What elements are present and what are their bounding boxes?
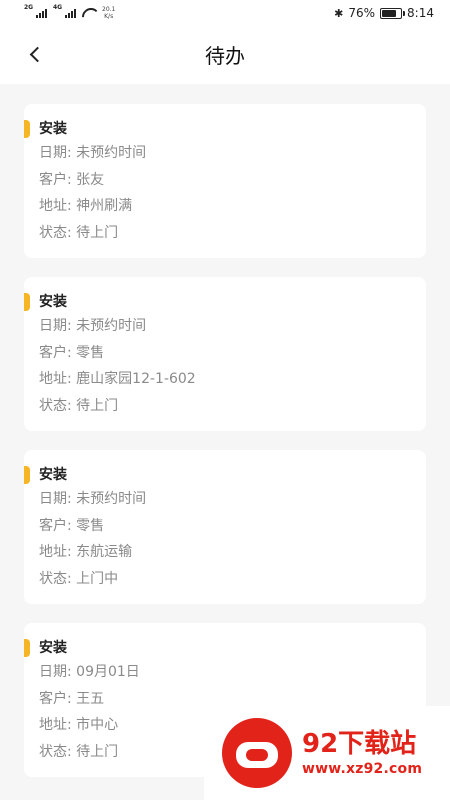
- customer-value: 王五: [76, 690, 105, 707]
- address-value: 神州刷满: [76, 198, 133, 214]
- speed-value: 20.1: [102, 6, 116, 13]
- clock: 8:14: [407, 6, 434, 20]
- task-list: 安装 日期: 未预约时间 客户: 张友 地址: 神州刷满 状态: 待上门 安装 …: [24, 104, 426, 796]
- task-type: 安装: [39, 467, 67, 483]
- address-label: 地址:: [39, 371, 72, 387]
- task-date: 日期: 09月01日: [39, 659, 426, 686]
- task-date: 日期: 未预约时间: [39, 140, 426, 167]
- status-bar: 2G 4G 20.1 K/s ✱ 76% 8:14: [0, 0, 450, 26]
- status-value: 上门中: [76, 570, 119, 587]
- network-speed: 20.1 K/s: [102, 6, 115, 20]
- date-label: 日期:: [39, 491, 72, 507]
- task-customer: 客户: 张友: [39, 167, 426, 194]
- status-value: 待上门: [76, 224, 119, 241]
- customer-label: 客户:: [39, 344, 72, 361]
- watermark-text: 92下载站 www.xz92.com: [302, 728, 422, 778]
- task-date: 日期: 未预约时间: [39, 486, 426, 513]
- task-card[interactable]: 安装 日期: 未预约时间 客户: 零售 地址: 东航运输 状态: 上门中: [24, 450, 426, 604]
- address-value: 东航运输: [76, 544, 133, 560]
- status-label: 状态:: [39, 397, 72, 414]
- page-title: 待办: [205, 44, 245, 68]
- watermark-name: 92下载站: [302, 729, 417, 759]
- status-label: 状态:: [39, 224, 72, 241]
- task-date: 日期: 未预约时间: [39, 313, 426, 340]
- watermark-url: www.xz92.com: [302, 761, 423, 777]
- task-type: 安装: [39, 121, 67, 137]
- status-left: 2G 4G 20.1 K/s: [24, 4, 115, 20]
- date-value: 未预约时间: [76, 145, 147, 161]
- task-address: 地址: 鹿山家园12-1-602: [39, 366, 426, 393]
- task-customer: 客户: 零售: [39, 513, 426, 540]
- status-value: 待上门: [76, 743, 119, 760]
- status-value: 待上门: [76, 397, 119, 414]
- status-right: ✱ 76% 8:14: [334, 6, 434, 20]
- customer-label: 客户:: [39, 171, 72, 188]
- header: 待办: [0, 26, 450, 84]
- date-label: 日期:: [39, 145, 72, 161]
- task-address: 地址: 东航运输: [39, 539, 426, 566]
- task-status: 状态: 待上门: [39, 393, 426, 420]
- network-type-2: 4G: [53, 4, 63, 11]
- accent-bar: [24, 639, 30, 657]
- customer-value: 零售: [76, 344, 105, 361]
- task-type: 安装: [39, 640, 67, 656]
- task-status: 状态: 上门中: [39, 566, 426, 593]
- status-label: 状态:: [39, 743, 72, 760]
- date-value: 未预约时间: [76, 318, 147, 334]
- date-label: 日期:: [39, 318, 72, 334]
- accent-bar: [24, 293, 30, 311]
- customer-label: 客户:: [39, 690, 72, 707]
- network-type-1: 2G: [24, 4, 34, 11]
- address-label: 地址:: [39, 544, 72, 560]
- status-label: 状态:: [39, 570, 72, 587]
- battery-fill: [382, 9, 396, 17]
- task-card[interactable]: 安装 日期: 未预约时间 客户: 张友 地址: 神州刷满 状态: 待上门: [24, 104, 426, 258]
- speed-unit: K/s: [104, 13, 114, 20]
- address-value: 市中心: [76, 717, 119, 733]
- address-label: 地址:: [39, 717, 72, 733]
- task-status: 状态: 待上门: [39, 220, 426, 247]
- task-card[interactable]: 安装 日期: 未预约时间 客户: 零售 地址: 鹿山家园12-1-602 状态:…: [24, 277, 426, 431]
- watermark-logo-icon: [222, 718, 292, 788]
- customer-label: 客户:: [39, 517, 72, 534]
- customer-value: 张友: [76, 171, 105, 188]
- address-label: 地址:: [39, 198, 72, 214]
- accent-bar: [24, 466, 30, 484]
- customer-value: 零售: [76, 517, 105, 534]
- bluetooth-icon: ✱: [334, 6, 344, 20]
- task-customer: 客户: 零售: [39, 340, 426, 367]
- date-label: 日期:: [39, 664, 72, 680]
- battery-icon: [380, 7, 406, 19]
- accent-bar: [24, 120, 30, 138]
- task-address: 地址: 神州刷满: [39, 193, 426, 220]
- watermark: 92下载站 www.xz92.com: [204, 706, 450, 800]
- wifi-icon: [82, 8, 96, 18]
- signal-icon: 2G: [24, 4, 47, 18]
- battery-percent: 76%: [348, 6, 376, 20]
- signal-icon: 4G: [53, 4, 76, 18]
- address-value: 鹿山家园12-1-602: [76, 371, 196, 387]
- date-value: 未预约时间: [76, 491, 147, 507]
- task-type: 安装: [39, 294, 67, 310]
- date-value: 09月01日: [76, 664, 140, 680]
